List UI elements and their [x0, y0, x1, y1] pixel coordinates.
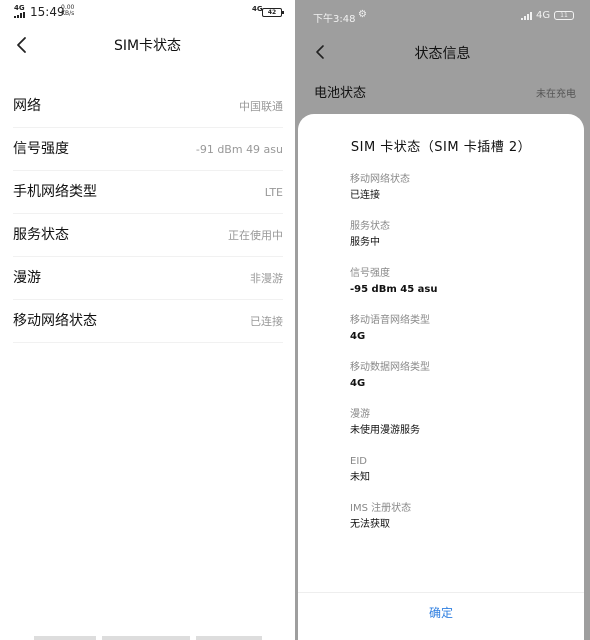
list-item: IMS 注册状态 无法获取	[350, 502, 570, 533]
item-value: 未使用漫游服务	[350, 425, 420, 436]
dialog-divider	[298, 592, 584, 593]
list-item: 信号强度 -95 dBm 45 asu	[350, 267, 570, 298]
list-item: 服务状态 正在使用中	[13, 214, 283, 257]
item-label: 信号强度	[350, 268, 390, 279]
item-label: IMS 注册状态	[350, 503, 412, 514]
list-item: 网络 中国联通	[13, 85, 283, 128]
item-label: 移动语音网络类型	[350, 315, 430, 326]
battery-status-label: 电池状态	[314, 86, 367, 101]
nav-bar-segment	[34, 636, 96, 640]
item-value: -95 dBm 45 asu	[350, 284, 438, 295]
list-item: 服务状态 服务中	[350, 220, 570, 251]
page-title: SIM卡状态	[113, 38, 182, 54]
row-label: 移动网络状态	[13, 313, 97, 329]
list-item: 手机网络类型 LTE	[13, 171, 283, 214]
item-label: 移动网络状态	[350, 174, 410, 185]
network-type-label: 4G	[536, 10, 551, 21]
network-speed-unit: KB/s	[61, 10, 75, 17]
signal-icon	[521, 12, 533, 20]
item-label: 服务状态	[350, 221, 390, 232]
left-phone-screen: 4G 15:49 0.00 KB/s 4G 42 SIM卡状态 网络 中国联通 …	[0, 0, 295, 640]
battery-level: 11	[560, 12, 568, 19]
item-label: 移动数据网络类型	[350, 362, 430, 373]
row-value: 非漫游	[250, 272, 283, 285]
row-label: 手机网络类型	[13, 184, 97, 200]
dialog-title: SIM 卡状态（SIM 卡插槽 2）	[350, 140, 532, 155]
item-value: 已连接	[350, 190, 380, 201]
battery-icon: 11	[554, 11, 574, 20]
signal-type-label: 4G	[14, 4, 25, 12]
row-value: 已连接	[250, 315, 283, 328]
network-speed: 0.00 KB/s	[61, 5, 74, 17]
item-value: 服务中	[350, 237, 380, 248]
battery-level: 42	[267, 9, 277, 16]
list-item: 漫游 未使用漫游服务	[350, 408, 570, 439]
ok-button[interactable]: 确定	[298, 598, 584, 628]
battery-icon: 42	[262, 8, 284, 17]
settings-gear-icon: ⚙	[358, 9, 367, 20]
list-item: 漫游 非漫游	[13, 257, 283, 300]
battery-status-row[interactable]: 电池状态 未在充电	[314, 82, 576, 102]
item-value: 未知	[350, 472, 370, 483]
list-item: EID 未知	[350, 455, 570, 486]
list-item: 移动网络状态 已连接	[13, 300, 283, 343]
page-title: 状态信息	[414, 46, 471, 62]
right-phone-screen: 下午3:48 ⚙ 4G 11 状态信息 电池状态 未在充电 SIM 卡状态（SI…	[295, 0, 590, 640]
list-item: 信号强度 -91 dBm 49 asu	[13, 128, 283, 171]
item-value: 4G	[350, 331, 366, 342]
status-time: 下午3:48	[313, 14, 356, 25]
list-item: 移动数据网络类型 4G	[350, 361, 570, 392]
signal-icon	[14, 12, 26, 18]
row-label: 服务状态	[13, 227, 69, 243]
row-label: 信号强度	[13, 141, 69, 157]
item-value: 4G	[350, 378, 366, 389]
status-bar: 4G 15:49 0.00 KB/s 4G 42	[0, 0, 295, 26]
status-time: 15:49	[30, 5, 65, 19]
row-label: 漫游	[13, 270, 41, 286]
battery-status-value: 未在充电	[536, 89, 576, 100]
nav-bar-segment	[102, 636, 190, 640]
row-value: 中国联通	[239, 100, 283, 113]
list-item: 移动语音网络类型 4G	[350, 314, 570, 345]
row-value: 正在使用中	[228, 229, 283, 242]
list-item: 移动网络状态 已连接	[350, 173, 570, 204]
row-label: 网络	[13, 98, 41, 114]
sim-status-dialog: SIM 卡状态（SIM 卡插槽 2） 移动网络状态 已连接 服务状态 服务中 信…	[298, 114, 584, 640]
item-label: 漫游	[350, 409, 370, 420]
row-value: LTE	[264, 186, 283, 199]
row-value: -91 dBm 49 asu	[195, 143, 283, 156]
status-bar: 下午3:48 ⚙ 4G 11	[295, 0, 590, 30]
nav-bar-segment	[196, 636, 262, 640]
item-value: 无法获取	[350, 519, 390, 530]
item-label: EID	[350, 456, 367, 467]
